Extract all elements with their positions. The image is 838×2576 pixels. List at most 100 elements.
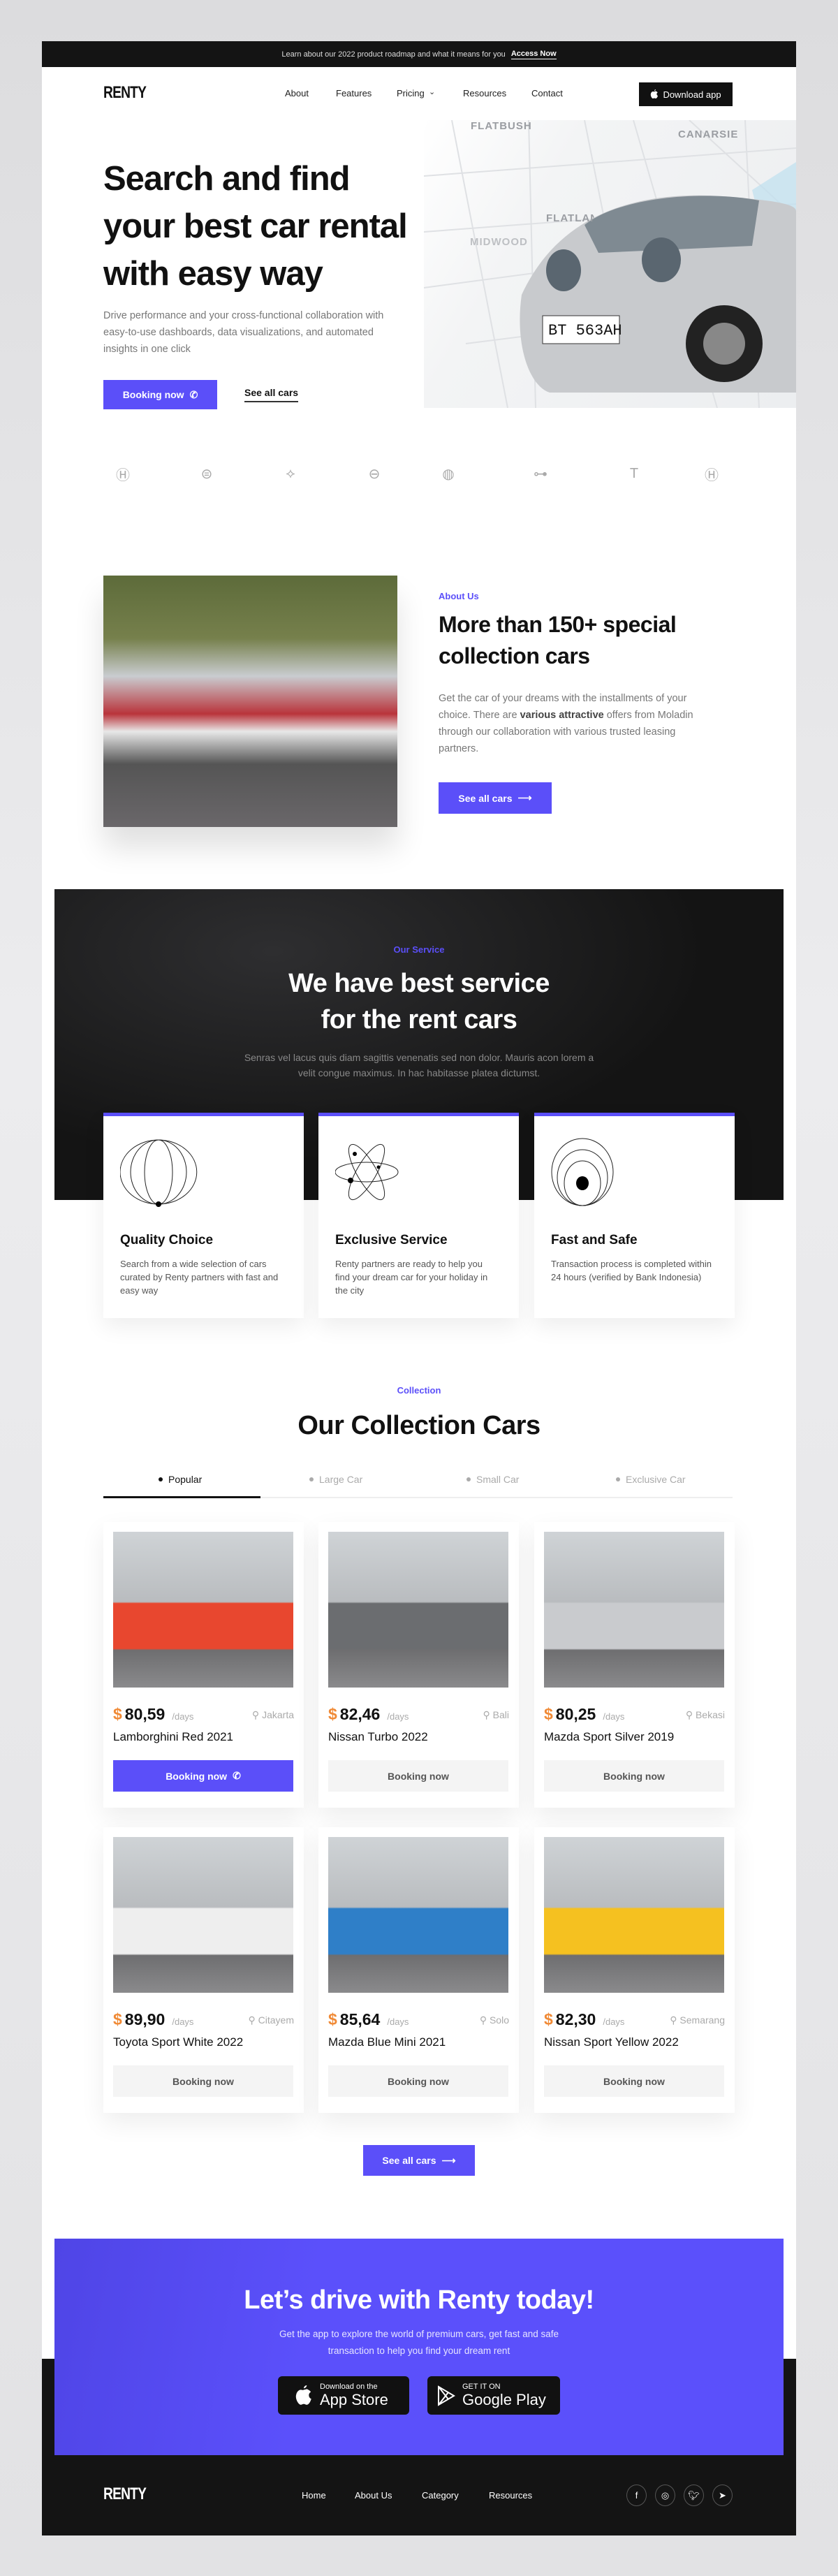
service-card-exclusive: Exclusive Service Renty partners are rea…	[318, 1113, 519, 1318]
service-card-title: Quality Choice	[120, 1233, 214, 1247]
about-see-all-button[interactable]: See all cars ⟶	[439, 782, 552, 814]
location-label: Citayem	[258, 2014, 294, 2026]
globe-icon	[120, 1139, 198, 1207]
car-card: $82,30/days ⚲ Semarang Nissan Sport Yell…	[534, 1827, 735, 2113]
tab-large-car[interactable]: Large Car	[309, 1474, 362, 1485]
hero-title-line: Search and find	[103, 160, 351, 198]
car-booking-button[interactable]: Booking now	[544, 1760, 724, 1792]
booking-label: Booking now	[603, 1770, 665, 1782]
car-booking-button[interactable]: Booking now	[328, 1760, 508, 1792]
facebook-icon[interactable]: f	[626, 2484, 647, 2506]
map-background: BT 563AH	[424, 120, 796, 408]
mini-logo-icon: ⊶	[534, 466, 547, 482]
collection-see-all-button[interactable]: See all cars ⟶	[363, 2145, 475, 2176]
car-card: $82,46/days ⚲ Bali Nissan Turbo 2022 Boo…	[318, 1522, 519, 1808]
bullet-icon	[616, 1477, 620, 1481]
location-pin-icon: ⚲	[670, 2014, 680, 2026]
service-card-text: Search from a wide selection of cars cur…	[120, 1259, 279, 1296]
location-pin-icon: ⚲	[685, 1709, 696, 1720]
phone-icon: ✆	[189, 388, 198, 400]
apple-logo-icon	[295, 2385, 311, 2405]
nav-resources[interactable]: Resources	[463, 88, 506, 98]
hero-title-line: with easy way	[103, 255, 323, 293]
instagram-icon[interactable]: ◎	[655, 2484, 675, 2506]
car-card: $80,25/days ⚲ Bekasi Mazda Sport Silver …	[534, 1522, 735, 1808]
tab-exclusive-car[interactable]: Exclusive Car	[616, 1474, 686, 1485]
announcement-bar: Learn about our 2022 product roadmap and…	[42, 41, 796, 67]
booking-label: Booking now	[166, 1770, 228, 1782]
footer-link-resources[interactable]: Resources	[489, 2490, 532, 2501]
price-value: 80,59	[124, 1705, 166, 1723]
currency-symbol: $	[328, 2010, 337, 2028]
service-card-title: Fast and Safe	[551, 1233, 638, 1247]
price-value: 82,46	[339, 1705, 381, 1723]
footer-link-home[interactable]: Home	[302, 2490, 326, 2501]
car-location: ⚲ Jakarta	[252, 1709, 294, 1721]
mitsubishi-logo-icon: ⟡	[286, 465, 295, 481]
apple-icon	[651, 89, 659, 98]
app-store-button[interactable]: Download on the App Store	[278, 2376, 409, 2415]
car-booking-button[interactable]: Booking now ✆	[113, 1760, 293, 1792]
car-name: Toyota Sport White 2022	[113, 2035, 244, 2049]
footer-logo[interactable]: RENTY	[103, 2484, 147, 2504]
cta-description: Get the app to explore the world of prem…	[279, 2329, 559, 2356]
about-title-line: More than 150+ special	[439, 612, 677, 637]
nav-about[interactable]: About	[285, 88, 309, 98]
service-card-fast-safe: Fast and Safe Transaction process is com…	[534, 1113, 735, 1318]
download-app-label: Download app	[663, 89, 721, 100]
see-all-label: See all cars	[382, 2155, 436, 2166]
car-image	[544, 1532, 724, 1688]
download-app-button[interactable]: Download app	[639, 82, 733, 106]
car-name: Mazda Sport Silver 2019	[544, 1730, 675, 1743]
twitter-icon[interactable]: 🐦︎	[684, 2484, 704, 2506]
bullet-icon	[159, 1477, 163, 1481]
logo[interactable]: RENTY	[103, 83, 147, 103]
car-card: $89,90/days ⚲ Citayem Toyota Sport White…	[103, 1827, 304, 2113]
tab-label: Small Car	[476, 1474, 520, 1485]
about-description: Get the car of your dreams with the inst…	[439, 690, 718, 757]
google-play-small: GET IT ON	[462, 2382, 501, 2391]
access-now-link[interactable]: Access Now	[510, 50, 557, 59]
nav-pricing[interactable]: Pricing	[397, 88, 425, 98]
booking-now-button[interactable]: Booking now ✆	[103, 380, 217, 409]
arrow-right-icon: ⟶	[441, 2154, 456, 2166]
google-play-button[interactable]: GET IT ON Google Play	[427, 2376, 560, 2415]
bullet-icon	[309, 1477, 314, 1481]
car-price: $85,64/days	[328, 2010, 409, 2029]
tab-small-car[interactable]: Small Car	[466, 1474, 519, 1485]
nav-features[interactable]: Features	[336, 88, 372, 98]
active-tab-indicator	[103, 1496, 260, 1498]
tesla-logo-icon: T	[629, 465, 639, 481]
car-price: $80,25/days	[544, 1705, 624, 1724]
tab-label: Exclusive Car	[626, 1474, 686, 1485]
car-booking-button[interactable]: Booking now	[544, 2065, 724, 2097]
about-text-bold: various attractive	[520, 710, 604, 721]
car-booking-button[interactable]: Booking now	[113, 2065, 293, 2097]
location-pin-icon: ⚲	[483, 1709, 493, 1720]
tab-label: Large Car	[319, 1474, 363, 1485]
phone-icon: ✆	[233, 1770, 241, 1781]
car-price: $80,59/days	[113, 1705, 193, 1724]
booking-label: Booking now	[603, 2075, 665, 2087]
car-card: $85,64/days ⚲ Solo Mazda Blue Mini 2021 …	[318, 1827, 519, 2113]
map-label: CANARSIE	[678, 129, 739, 140]
see-all-cars-link[interactable]: See all cars	[244, 387, 299, 402]
price-unit: /days	[387, 2017, 409, 2027]
tab-popular[interactable]: Popular	[159, 1474, 202, 1485]
car-location: ⚲ Citayem	[248, 2014, 294, 2026]
nav-contact[interactable]: Contact	[531, 88, 563, 98]
car-name: Lamborghini Red 2021	[113, 1730, 234, 1743]
bullet-icon	[466, 1477, 471, 1481]
service-description: Senras vel lacus quis diam sagittis vene…	[244, 1052, 594, 1078]
license-plate: BT 563AH	[548, 322, 622, 339]
price-unit: /days	[172, 1711, 194, 1722]
footer-link-about[interactable]: About Us	[355, 2490, 392, 2501]
car-booking-button[interactable]: Booking now	[328, 2065, 508, 2097]
booking-label: Booking now	[388, 1770, 449, 1782]
hero-description: Drive performance and your cross-functio…	[103, 310, 384, 355]
atom-icon	[335, 1143, 399, 1201]
car-price: $82,46/days	[328, 1705, 409, 1724]
telegram-icon[interactable]: ➤	[712, 2484, 733, 2506]
target-icon	[551, 1138, 614, 1206]
footer-link-category[interactable]: Category	[422, 2490, 459, 2501]
